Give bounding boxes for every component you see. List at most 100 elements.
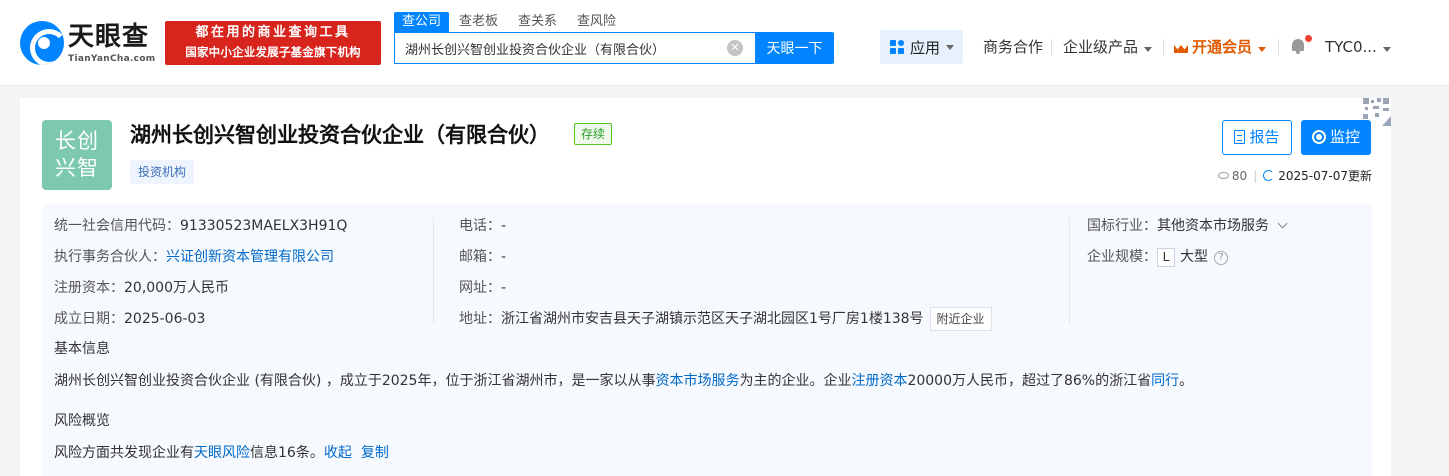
- promo-banner[interactable]: 都在用的商业查询工具 国家中小企业发展子基金旗下机构: [165, 21, 381, 65]
- nav-user[interactable]: TYC0...: [1325, 38, 1391, 56]
- tab-risk[interactable]: 查风险: [567, 12, 626, 32]
- caret-down-icon: [1258, 47, 1267, 52]
- caret-down-icon: [1144, 47, 1153, 52]
- tianyan-risk-link[interactable]: 天眼风险: [194, 445, 250, 461]
- credit-code-value: 91330523MAELX3H91Q: [180, 218, 348, 234]
- bell-icon[interactable]: [1290, 37, 1306, 55]
- company-tag[interactable]: 投资机构: [130, 160, 195, 184]
- address-value: 浙江省湖州市安吉县天子湖镇示范区天子湖北园区1号厂房1楼138号: [501, 311, 924, 327]
- capital-row: 注册资本：20,000万人民币: [54, 278, 229, 298]
- tianyancha-logo[interactable]: 天眼查 TianYanCha.com: [18, 20, 158, 66]
- nearby-companies-button[interactable]: 附近企业: [929, 307, 992, 331]
- email-value: -: [501, 249, 507, 265]
- nav-vip-label: 开通会员: [1192, 38, 1253, 56]
- logo-icon: [20, 21, 64, 65]
- scale-value: 大型: [1180, 249, 1208, 265]
- nav-app-menu[interactable]: 应用: [880, 30, 963, 64]
- basic-text-4: 。: [1179, 373, 1194, 389]
- help-icon[interactable]: ?: [1214, 251, 1228, 265]
- updated-date: 2025-07-07更新: [1278, 169, 1372, 183]
- phone-value: -: [501, 218, 507, 234]
- basic-text-2: 为主的企业。企业: [739, 373, 852, 389]
- capital-label: 注册资本：: [54, 280, 124, 296]
- avatar-line-2: 兴智: [55, 156, 99, 180]
- risk-overview-title: 风险概览: [54, 413, 110, 429]
- industry-row: 国标行业：其他资本市场服务: [1087, 216, 1288, 236]
- scale-badge: L: [1157, 248, 1175, 267]
- address-row: 地址：浙江省湖州市安吉县天子湖镇示范区天子湖北园区1号厂房1楼138号 附近企业: [459, 307, 992, 331]
- top-header: 天眼查 TianYanCha.com 都在用的商业查询工具 国家中小企业发展子基…: [0, 0, 1449, 86]
- nav-enterprise-label: 企业级产品: [1063, 38, 1139, 56]
- caret-down-icon: [1382, 47, 1391, 52]
- industry-value: 其他资本市场服务: [1157, 218, 1269, 234]
- capital-value: 20,000万人民币: [124, 280, 229, 296]
- website-value: -: [501, 280, 507, 296]
- nav-divider: [1051, 39, 1052, 55]
- clear-icon[interactable]: ✕: [727, 40, 743, 56]
- credit-code-label: 统一社会信用代码：: [54, 218, 180, 234]
- company-card: 长创 兴智 湖州长创兴智创业投资合伙企业（有限合伙） 存续 投资机构 报告 监控…: [20, 98, 1391, 476]
- founded-value: 2025-06-03: [124, 311, 206, 327]
- founded-row: 成立日期：2025-06-03: [54, 309, 205, 329]
- promo-line-2: 国家中小企业发展子基金旗下机构: [185, 45, 361, 59]
- caret-down-icon: [946, 44, 955, 50]
- notification-dot: [1305, 35, 1312, 42]
- copy-link[interactable]: 复制: [361, 445, 389, 461]
- phone-row: 电话：-: [459, 216, 506, 236]
- report-label: 报告: [1249, 128, 1280, 146]
- peers-link[interactable]: 同行: [1151, 373, 1179, 389]
- apps-grid-icon: [890, 40, 904, 54]
- tab-boss[interactable]: 查老板: [449, 12, 508, 32]
- eye-icon: [1217, 172, 1229, 179]
- info-panel: 统一社会信用代码：91330523MAELX3H91Q 执行事务合伙人：兴证创新…: [42, 204, 1372, 476]
- search-button[interactable]: 天眼一下: [755, 32, 834, 64]
- address-label: 地址：: [459, 311, 501, 327]
- partner-row: 执行事务合伙人：兴证创新资本管理有限公司: [54, 247, 334, 267]
- nav-business-cooperation[interactable]: 商务合作: [983, 38, 1043, 56]
- monitor-icon: [1311, 130, 1326, 144]
- email-label: 邮箱：: [459, 249, 501, 265]
- website-row: 网址：-: [459, 278, 506, 298]
- company-avatar: 长创 兴智: [42, 120, 112, 190]
- logo-domain: TianYanCha.com: [68, 54, 156, 64]
- basic-info-title: 基本信息: [54, 341, 110, 357]
- nav-app-label: 应用: [910, 38, 941, 57]
- report-button[interactable]: 报告: [1222, 120, 1292, 155]
- avatar-line-1: 长创: [55, 129, 99, 153]
- monitor-button[interactable]: 监控: [1301, 120, 1371, 155]
- website-label: 网址：: [459, 280, 501, 296]
- scale-label: 企业规模：: [1087, 249, 1157, 265]
- column-divider: [1069, 218, 1070, 324]
- partner-label: 执行事务合伙人：: [54, 249, 166, 265]
- document-icon: [1234, 130, 1246, 144]
- search-input[interactable]: [405, 33, 715, 63]
- nav-user-label: TYC0...: [1325, 38, 1377, 56]
- nav-divider: [1163, 39, 1164, 55]
- founded-label: 成立日期：: [54, 311, 124, 327]
- view-count: 80: [1231, 169, 1248, 183]
- page-meta: 80 | 2025-07-07更新: [1212, 168, 1372, 184]
- crown-icon: [1174, 41, 1188, 53]
- collapse-link[interactable]: 收起: [324, 445, 352, 461]
- chevron-down-icon[interactable]: [1277, 218, 1288, 229]
- company-name: 湖州长创兴智创业投资合伙企业（有限合伙）: [130, 123, 550, 147]
- status-badge: 存续: [574, 123, 613, 145]
- nav-divider: [1278, 39, 1279, 55]
- industry-link[interactable]: 资本市场服务: [655, 373, 739, 389]
- risk-text-1: 风险方面共发现企业有: [54, 445, 194, 461]
- tab-company[interactable]: 查公司: [394, 12, 450, 32]
- refresh-icon[interactable]: [1263, 170, 1275, 181]
- industry-label: 国标行业：: [1087, 218, 1157, 234]
- credit-code-row: 统一社会信用代码：91330523MAELX3H91Q: [54, 216, 347, 236]
- search-tabs: 查公司 查老板 查关系 查风险: [394, 12, 626, 32]
- partner-link[interactable]: 兴证创新资本管理有限公司: [166, 249, 334, 265]
- nav-vip[interactable]: 开通会员: [1174, 38, 1267, 56]
- capital-link[interactable]: 注册资本: [851, 373, 907, 389]
- basic-text-1: 湖州长创兴智创业投资合伙企业 (有限合伙) ，成立于2025年，位于浙江省湖州市…: [54, 373, 656, 389]
- nav-enterprise-products[interactable]: 企业级产品: [1063, 38, 1153, 56]
- tab-relation[interactable]: 查关系: [508, 12, 567, 32]
- basic-info-text: 湖州长创兴智创业投资合伙企业 (有限合伙) ，成立于2025年，位于浙江省湖州市…: [54, 370, 1193, 392]
- logo-name: 天眼查: [68, 22, 150, 52]
- phone-label: 电话：: [459, 218, 501, 234]
- basic-text-3: 20000万人民币，超过了86%的浙江省: [907, 373, 1152, 389]
